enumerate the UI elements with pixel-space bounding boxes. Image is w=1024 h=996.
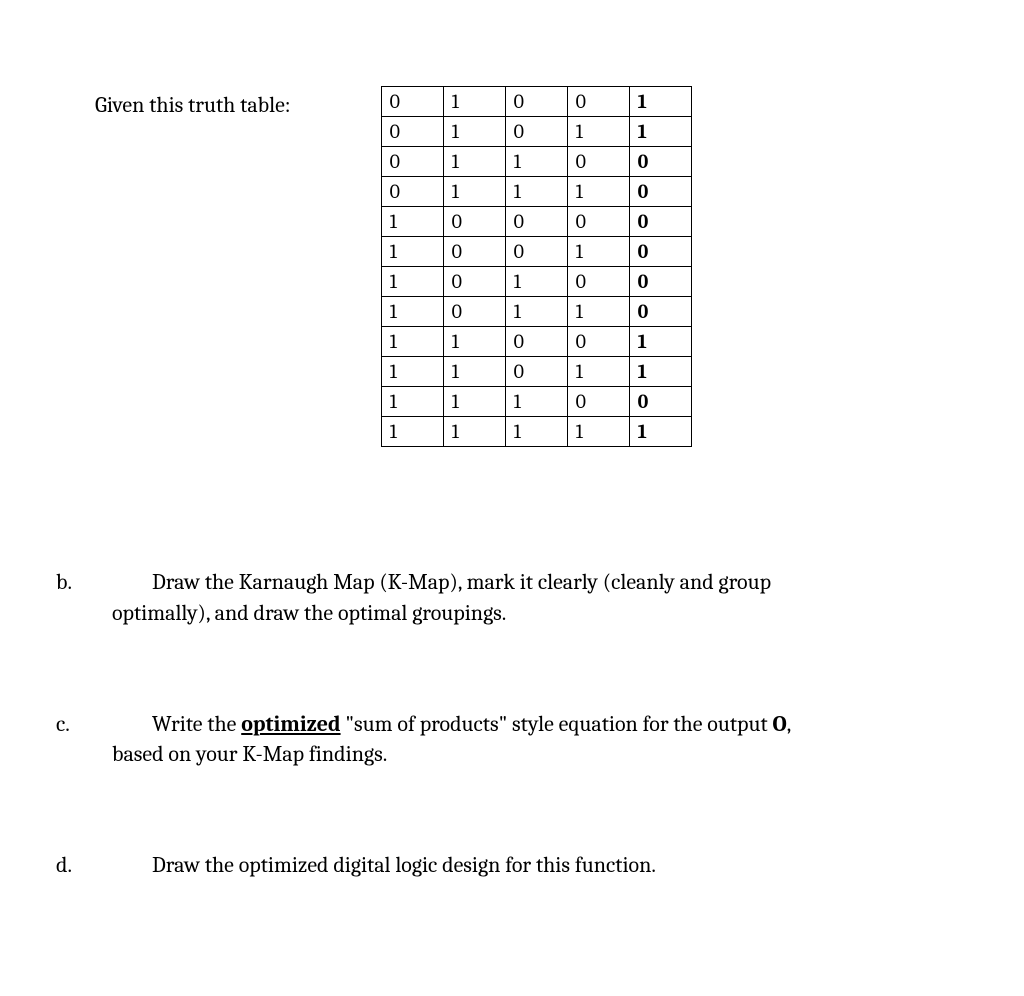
input-cell: 1 [443, 177, 505, 207]
truth-table: 0100101011011000111010000100101010010110… [381, 86, 692, 447]
table-row: 11011 [381, 357, 691, 387]
table-row: 11100 [381, 387, 691, 417]
input-cell: 0 [567, 387, 629, 417]
input-cell: 0 [505, 207, 567, 237]
input-cell: 1 [381, 297, 443, 327]
top-section: Given this truth table: 0100101011011000… [50, 90, 984, 447]
input-cell: 1 [443, 147, 505, 177]
input-cell: 0 [443, 267, 505, 297]
input-cell: 1 [381, 327, 443, 357]
table-row: 10110 [381, 297, 691, 327]
table-row: 01011 [381, 117, 691, 147]
input-cell: 1 [567, 117, 629, 147]
input-cell: 1 [381, 357, 443, 387]
table-row: 11001 [381, 327, 691, 357]
input-cell: 1 [567, 297, 629, 327]
question-c: c. Write the optimized "sum of products"… [56, 709, 984, 771]
output-cell: 1 [629, 357, 691, 387]
output-cell: 0 [629, 237, 691, 267]
input-cell: 1 [505, 297, 567, 327]
output-cell: 0 [629, 297, 691, 327]
input-cell: 1 [505, 267, 567, 297]
question-c-pre: Write the [152, 711, 241, 737]
table-row: 10000 [381, 207, 691, 237]
input-cell: 1 [443, 387, 505, 417]
input-cell: 1 [381, 267, 443, 297]
output-cell: 1 [629, 117, 691, 147]
input-cell: 1 [505, 147, 567, 177]
questions-list: b. Draw the Karnaugh Map (K-Map), mark i… [50, 567, 984, 881]
output-cell: 1 [629, 417, 691, 447]
question-c-post: , [787, 711, 792, 737]
prompt-label: Given this truth table: [95, 90, 291, 121]
input-cell: 1 [567, 237, 629, 267]
input-cell: 0 [505, 117, 567, 147]
table-row: 10100 [381, 267, 691, 297]
input-cell: 0 [381, 147, 443, 177]
question-label: c. [56, 709, 112, 740]
question-b: b. Draw the Karnaugh Map (K-Map), mark i… [56, 567, 984, 629]
input-cell: 0 [381, 87, 443, 117]
input-cell: 1 [443, 327, 505, 357]
input-cell: 1 [381, 417, 443, 447]
input-cell: 0 [505, 87, 567, 117]
input-cell: 0 [381, 177, 443, 207]
input-cell: 1 [381, 387, 443, 417]
question-c-mid: "sum of products" style equation for the… [341, 711, 773, 737]
input-cell: 0 [505, 327, 567, 357]
input-cell: 0 [505, 357, 567, 387]
input-cell: 0 [567, 327, 629, 357]
output-cell: 1 [629, 327, 691, 357]
input-cell: 1 [443, 87, 505, 117]
input-cell: 0 [567, 267, 629, 297]
question-label: d. [56, 850, 112, 881]
question-b-line2: optimally), and draw the optimal groupin… [112, 598, 984, 629]
output-cell: 1 [629, 87, 691, 117]
input-cell: 0 [505, 237, 567, 267]
output-cell: 0 [629, 387, 691, 417]
input-cell: 1 [567, 177, 629, 207]
table-row: 11111 [381, 417, 691, 447]
question-c-cont: based on your K-Map findings. [112, 739, 984, 770]
question-b-line1: Draw the Karnaugh Map (K-Map), mark it c… [152, 569, 771, 595]
input-cell: 0 [567, 87, 629, 117]
input-cell: 1 [505, 387, 567, 417]
input-cell: 1 [381, 237, 443, 267]
table-row: 01110 [381, 177, 691, 207]
input-cell: 1 [567, 357, 629, 387]
input-cell: 1 [381, 207, 443, 237]
input-cell: 1 [505, 417, 567, 447]
output-cell: 0 [629, 207, 691, 237]
question-text: Draw the Karnaugh Map (K-Map), mark it c… [112, 567, 984, 629]
question-d: d. Draw the optimized digital logic desi… [56, 850, 984, 881]
question-label: b. [56, 567, 112, 598]
input-cell: 1 [443, 417, 505, 447]
input-cell: 1 [443, 357, 505, 387]
question-text: Draw the optimized digital logic design … [112, 850, 984, 881]
output-cell: 0 [629, 267, 691, 297]
question-text: Write the optimized "sum of products" st… [112, 709, 984, 771]
table-row: 10010 [381, 237, 691, 267]
input-cell: 1 [567, 417, 629, 447]
input-cell: 0 [443, 237, 505, 267]
input-cell: 0 [443, 207, 505, 237]
input-cell: 0 [567, 207, 629, 237]
question-c-emph: optimized [241, 711, 340, 737]
question-d-text: Draw the optimized digital logic design … [152, 852, 656, 878]
output-cell: 0 [629, 147, 691, 177]
input-cell: 0 [567, 147, 629, 177]
input-cell: 0 [381, 117, 443, 147]
question-c-bold: O [772, 711, 786, 737]
input-cell: 0 [443, 297, 505, 327]
input-cell: 1 [443, 117, 505, 147]
table-row: 01001 [381, 87, 691, 117]
table-row: 01100 [381, 147, 691, 177]
input-cell: 1 [505, 177, 567, 207]
output-cell: 0 [629, 177, 691, 207]
